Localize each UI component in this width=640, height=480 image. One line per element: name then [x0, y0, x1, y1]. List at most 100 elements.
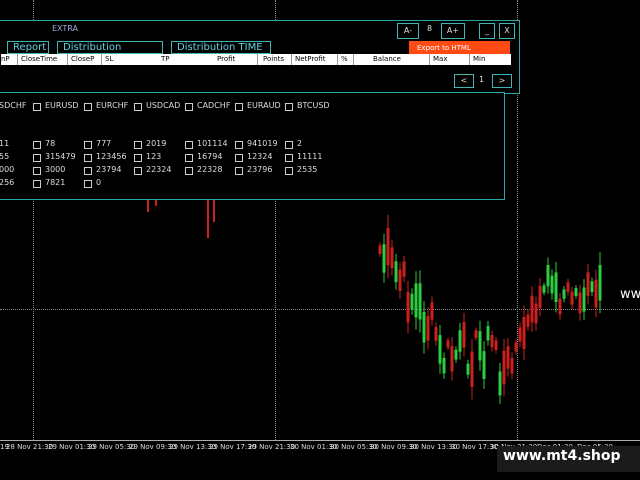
grid-value: 256 — [0, 178, 15, 187]
candle-body — [570, 291, 574, 305]
column-divider — [291, 54, 292, 65]
grid-value: 3000 — [45, 165, 66, 174]
value-checkbox[interactable] — [285, 154, 293, 162]
column-divider — [17, 54, 18, 65]
candle-body — [478, 331, 482, 361]
value-checkbox[interactable] — [235, 141, 243, 149]
candle-body — [566, 282, 570, 292]
value-checkbox[interactable] — [33, 141, 41, 149]
value-checkbox[interactable] — [185, 141, 193, 149]
value-checkbox[interactable] — [33, 154, 41, 162]
value-checkbox[interactable] — [185, 154, 193, 162]
symbol-checkbox[interactable] — [134, 103, 142, 111]
grid-value: 78 — [45, 139, 56, 148]
value-checkbox[interactable] — [134, 141, 142, 149]
candle-body — [386, 228, 390, 266]
symbol-checkbox[interactable] — [33, 103, 41, 111]
value-checkbox[interactable] — [285, 167, 293, 175]
grid-value: 315479 — [45, 152, 76, 161]
candle-body — [598, 264, 602, 301]
close-button[interactable]: X — [499, 23, 515, 39]
column-header: SL — [105, 55, 114, 63]
grid-value: 22324 — [146, 165, 172, 174]
candle-body — [410, 293, 414, 310]
symbol-checkbox[interactable] — [185, 103, 193, 111]
tab-distribution-deals[interactable]: Distribution DEALS — [57, 41, 163, 65]
value-checkbox[interactable] — [84, 180, 92, 188]
candle-body — [466, 363, 470, 375]
column-divider — [257, 54, 258, 65]
symbol-checkbox[interactable] — [235, 103, 243, 111]
export-html-button[interactable]: Export to HTML — [409, 41, 510, 55]
grid-value: 11 — [0, 139, 10, 148]
symbol-checkbox[interactable] — [285, 103, 293, 111]
grid-value: 7821 — [45, 178, 66, 187]
candle-body — [490, 335, 494, 348]
column-header: Points — [263, 55, 285, 63]
candle-body — [434, 327, 438, 341]
grid-value: 123 — [146, 152, 162, 161]
symbol-checkbox[interactable] — [84, 103, 92, 111]
grid-value: 23796 — [247, 165, 273, 174]
candle-body — [402, 261, 406, 277]
column-header: Max — [433, 55, 448, 63]
candle-body — [406, 291, 410, 323]
candle-body — [590, 281, 594, 293]
symbol-label: USDCAD — [146, 101, 181, 110]
grid-value: 000 — [0, 165, 15, 174]
candle-body — [378, 245, 382, 254]
value-checkbox[interactable] — [134, 167, 142, 175]
value-checkbox[interactable] — [134, 154, 142, 162]
grid-value: 0 — [96, 178, 102, 187]
candle-body — [390, 247, 394, 269]
value-checkbox[interactable] — [235, 154, 243, 162]
candle-body — [474, 330, 478, 338]
value-checkbox[interactable] — [84, 154, 92, 162]
column-header: nP — [1, 55, 10, 63]
tab-distribution-time[interactable]: Distribution TIME — [171, 41, 271, 54]
grid-value: 2535 — [297, 165, 318, 174]
font-decrease-button[interactable]: A- — [397, 23, 419, 39]
value-checkbox[interactable] — [235, 167, 243, 175]
column-header: Profit — [217, 55, 236, 63]
candle-body — [546, 264, 550, 287]
symbol-label: BTCUSD — [297, 101, 330, 110]
value-checkbox[interactable] — [285, 141, 293, 149]
value-checkbox[interactable] — [185, 167, 193, 175]
value-checkbox[interactable] — [33, 180, 41, 188]
value-checkbox[interactable] — [84, 167, 92, 175]
candle-body — [574, 288, 578, 297]
grid-value: 123456 — [96, 152, 127, 161]
brand-watermark: www.mt4.shop — [503, 448, 621, 464]
candle-body — [450, 346, 454, 372]
font-size-value: 8 — [427, 24, 433, 33]
value-checkbox[interactable] — [33, 167, 41, 175]
candle-body — [498, 371, 502, 396]
grid-value: 101114 — [197, 139, 228, 148]
minimize-button[interactable]: _ — [479, 23, 495, 39]
candle-body — [510, 357, 514, 374]
value-checkbox[interactable] — [84, 141, 92, 149]
candle-body — [550, 275, 554, 294]
candle-body — [518, 327, 522, 342]
prev-page-button[interactable]: < — [454, 74, 474, 88]
candle-body — [514, 342, 518, 352]
candle-body — [442, 357, 446, 374]
tab-report[interactable]: Report — [7, 41, 49, 54]
candle-body — [418, 283, 422, 320]
symbol-label: EURCHF — [96, 101, 129, 110]
candle-body — [506, 346, 510, 369]
candle-body — [554, 272, 558, 302]
candle-body — [538, 286, 542, 309]
column-header: % — [341, 55, 348, 63]
candle-body — [594, 279, 598, 308]
symbol-label: EURUSD — [45, 101, 79, 110]
grid-value: 2019 — [146, 139, 167, 148]
candle-body — [486, 326, 490, 341]
font-increase-button[interactable]: A+ — [441, 23, 465, 39]
column-divider — [337, 54, 338, 65]
panel-title: EXTRA — [52, 24, 78, 33]
candle-body — [586, 272, 590, 296]
report-panel: EXTRA A- 8 A+ _ X Report Distribution DE… — [0, 20, 520, 94]
next-page-button[interactable]: > — [492, 74, 512, 88]
